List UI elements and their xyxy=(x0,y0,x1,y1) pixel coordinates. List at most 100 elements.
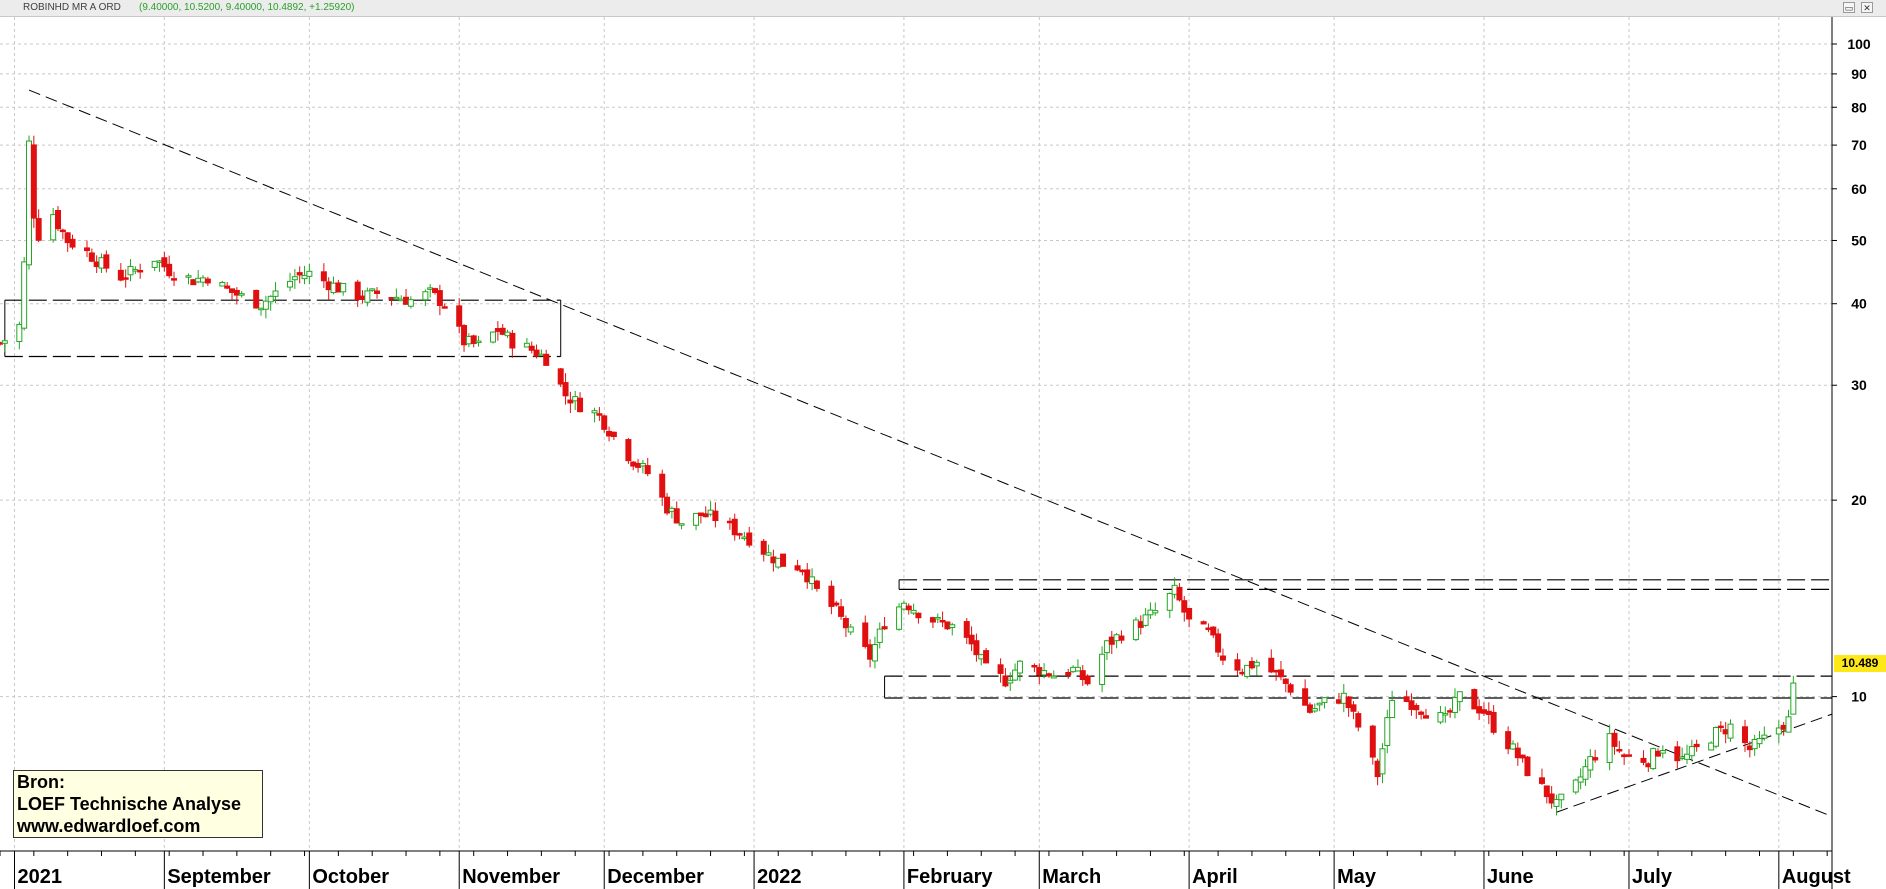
candle-down xyxy=(997,664,1004,674)
candle-down xyxy=(664,496,671,514)
candle-up xyxy=(1756,738,1763,745)
candle-up xyxy=(26,140,33,266)
candle-down xyxy=(726,520,733,524)
candle-up xyxy=(369,288,376,291)
candle-down xyxy=(630,461,637,467)
candle-up xyxy=(1132,619,1139,641)
candle-down xyxy=(983,650,990,664)
candle-down xyxy=(968,634,975,645)
candle-down xyxy=(1722,729,1729,735)
candle-up xyxy=(1587,756,1594,771)
candle-up xyxy=(741,536,748,540)
candle-down xyxy=(697,512,704,517)
candle-up xyxy=(1775,727,1782,735)
candle-up xyxy=(127,265,134,276)
candle-down xyxy=(166,263,173,277)
candle-down xyxy=(838,606,845,617)
candle-up xyxy=(1379,748,1386,775)
candle-up xyxy=(949,624,956,628)
candle-down xyxy=(1490,711,1497,733)
candle-up xyxy=(1451,697,1458,713)
candle-down xyxy=(374,290,381,294)
candle-down xyxy=(1002,675,1009,687)
candle-down xyxy=(625,439,632,462)
candle-down xyxy=(1538,777,1545,784)
candle-down xyxy=(862,622,869,647)
candle-down xyxy=(596,413,603,416)
candle-down xyxy=(509,332,516,349)
candle-down xyxy=(55,209,62,230)
candle-down xyxy=(939,619,946,623)
price-chart[interactable]: 100 90 80 70 60 50 40 30 20 10 2021 September Octob… xyxy=(0,0,1886,889)
y-axis: 100 90 80 70 60 50 40 30 20 10 xyxy=(1832,36,1871,705)
candle-down xyxy=(1780,724,1787,730)
candle-down xyxy=(388,297,395,300)
candle-down xyxy=(1369,725,1376,758)
candle-up xyxy=(1142,614,1149,626)
candle-down xyxy=(1273,669,1280,673)
candle-up xyxy=(896,606,903,630)
candle-up xyxy=(427,287,434,290)
candle-down xyxy=(804,569,811,583)
candle-down xyxy=(601,415,608,430)
candle-up xyxy=(1016,660,1023,674)
candle-up xyxy=(156,260,163,263)
candle-up xyxy=(809,576,816,585)
candle-down xyxy=(1065,671,1072,676)
x-tick-label: November xyxy=(462,866,560,888)
candle-up xyxy=(871,644,878,662)
x-tick-label: July xyxy=(1632,866,1673,888)
candle-down xyxy=(1548,793,1555,804)
candle-up xyxy=(504,331,511,337)
candle-down xyxy=(190,279,197,286)
source-url[interactable]: www.edwardloef.com xyxy=(17,815,259,837)
x-tick-label: June xyxy=(1487,866,1534,888)
candle-up xyxy=(523,342,530,348)
candle-up xyxy=(465,335,472,345)
candle-up xyxy=(1553,798,1560,807)
candle-down xyxy=(944,621,951,630)
candle-up xyxy=(21,261,28,329)
candle-down xyxy=(1277,669,1284,678)
candle-up xyxy=(1311,708,1318,712)
candle-down xyxy=(659,473,666,498)
candle-down xyxy=(1181,600,1188,613)
candle-down xyxy=(673,508,680,524)
candle-up xyxy=(200,277,207,283)
candle-down xyxy=(905,605,912,611)
candle-down xyxy=(929,617,936,623)
candle-up xyxy=(393,296,400,300)
candle-down xyxy=(543,353,550,366)
candle-down xyxy=(760,540,767,555)
candle-down xyxy=(137,269,144,273)
x-tick-label: 2021 xyxy=(18,866,63,888)
candle-up xyxy=(1041,670,1048,676)
x-tick-label: October xyxy=(312,866,389,888)
plot-area xyxy=(0,17,1832,851)
candle-up xyxy=(364,290,371,303)
candle-down xyxy=(736,533,743,536)
candle-down xyxy=(731,518,738,536)
candle-down xyxy=(93,261,100,268)
candle-down xyxy=(1654,750,1661,757)
candle-up xyxy=(272,290,279,297)
candle-down xyxy=(1248,660,1255,669)
candle-up xyxy=(398,298,405,302)
candle-up xyxy=(1442,713,1449,716)
candle-down xyxy=(1645,763,1652,768)
candle-down xyxy=(1200,621,1207,625)
candle-up xyxy=(765,552,772,556)
candle-down xyxy=(833,602,840,606)
y-tick-label: 20 xyxy=(1851,492,1867,508)
x-tick-label: February xyxy=(907,866,993,888)
candle-up xyxy=(195,277,202,283)
candle-down xyxy=(354,281,361,301)
candle-up xyxy=(301,274,308,280)
candle-up xyxy=(900,602,907,610)
candle-up xyxy=(1761,734,1768,739)
candle-up xyxy=(185,275,192,278)
candle-up xyxy=(422,291,429,301)
candle-up xyxy=(1456,691,1463,703)
candle-up xyxy=(693,512,700,526)
candle-up xyxy=(1509,743,1516,750)
